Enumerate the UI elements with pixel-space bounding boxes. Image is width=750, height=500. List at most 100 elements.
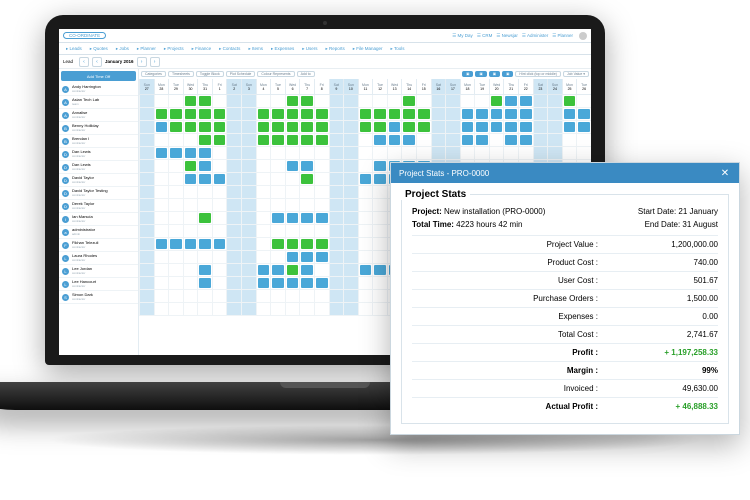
grid-cell[interactable] (314, 160, 329, 172)
filter-categories[interactable]: Categories (141, 71, 166, 77)
grid-cell[interactable] (154, 212, 169, 224)
grid-cell[interactable] (197, 134, 212, 146)
schedule-block[interactable] (505, 135, 517, 145)
grid-cell[interactable] (401, 95, 416, 107)
grid-cell[interactable] (256, 225, 271, 237)
grid-cell[interactable] (270, 95, 285, 107)
schedule-block[interactable] (505, 96, 517, 106)
grid-cell[interactable] (154, 95, 169, 107)
grid-cell[interactable] (139, 134, 154, 146)
user-row[interactable]: AAndy Harringtoncontractor (59, 83, 138, 96)
grid-cell[interactable] (154, 160, 169, 172)
grid-cell[interactable] (329, 264, 344, 276)
grid-cell[interactable] (576, 134, 591, 146)
grid-cell[interactable] (358, 212, 373, 224)
schedule-block[interactable] (199, 122, 211, 132)
grid-cell[interactable] (270, 108, 285, 120)
grid-cell[interactable] (562, 147, 577, 159)
tab-contacts[interactable]: ▸ Contacts (216, 46, 243, 52)
schedule-block[interactable] (287, 161, 299, 171)
grid-cell[interactable] (139, 225, 154, 237)
grid-cell[interactable] (139, 277, 154, 289)
grid-cell[interactable] (474, 121, 489, 133)
grid-cell[interactable] (154, 134, 169, 146)
grid-cell[interactable] (241, 186, 256, 198)
grid-cell[interactable] (285, 147, 300, 159)
grid-cell[interactable] (372, 108, 387, 120)
grid-cell[interactable] (401, 121, 416, 133)
grid-cell[interactable] (226, 95, 241, 107)
schedule-block[interactable] (272, 135, 284, 145)
grid-cell[interactable] (401, 108, 416, 120)
grid-cell[interactable] (401, 147, 416, 159)
dialog-titlebar[interactable]: Project Stats - PRO-0000 ✕ (391, 163, 739, 183)
schedule-block[interactable] (287, 213, 299, 223)
grid-cell[interactable] (343, 173, 358, 185)
grid-cell[interactable] (241, 199, 256, 211)
grid-cell[interactable] (212, 160, 227, 172)
grid-cell[interactable] (270, 199, 285, 211)
grid-cell[interactable] (256, 134, 271, 146)
grid-cell[interactable] (416, 95, 431, 107)
grid-cell[interactable] (343, 186, 358, 198)
grid-cell[interactable] (299, 134, 314, 146)
schedule-block[interactable] (462, 135, 474, 145)
user-row[interactable]: IIan Marsciacontractor (59, 213, 138, 226)
grid-cell[interactable] (285, 238, 300, 250)
schedule-block[interactable] (418, 109, 430, 119)
grid-cell[interactable] (358, 264, 373, 276)
grid-cell[interactable] (212, 173, 227, 185)
schedule-block[interactable] (170, 109, 182, 119)
grid-cell[interactable] (256, 186, 271, 198)
grid-cell[interactable] (329, 277, 344, 289)
grid-cell[interactable] (183, 173, 198, 185)
schedule-block[interactable] (170, 148, 182, 158)
schedule-block[interactable] (185, 122, 197, 132)
grid-cell[interactable] (270, 160, 285, 172)
schedule-block[interactable] (360, 265, 372, 275)
grid-cell[interactable] (299, 160, 314, 172)
user-row[interactable]: DDan Lewiscontractor (59, 148, 138, 161)
sun-icon[interactable]: ▣ (475, 71, 486, 77)
grid-cell[interactable] (299, 290, 314, 302)
grid-cell[interactable] (197, 277, 212, 289)
user-row[interactable]: DDavid Taylorcontractor (59, 174, 138, 187)
grid-cell[interactable] (168, 160, 183, 172)
grid-cell[interactable] (226, 108, 241, 120)
cloud-icon[interactable]: ▣ (462, 71, 473, 77)
grid-cell[interactable] (314, 238, 329, 250)
schedule-block[interactable] (374, 135, 386, 145)
grid-cell[interactable] (183, 160, 198, 172)
grid-cell[interactable] (285, 303, 300, 315)
schedule-block[interactable] (301, 252, 313, 262)
grid-cell[interactable] (183, 199, 198, 211)
grid-cell[interactable] (358, 303, 373, 315)
grid-cell[interactable] (489, 134, 504, 146)
schedule-block[interactable] (316, 278, 328, 288)
grid-cell[interactable] (270, 303, 285, 315)
grid-cell[interactable] (241, 134, 256, 146)
schedule-block[interactable] (360, 122, 372, 132)
grid-cell[interactable] (533, 147, 548, 159)
grid-cell[interactable] (299, 199, 314, 211)
app-logo[interactable]: CO-ORDINATE (63, 32, 106, 39)
schedule-block[interactable] (316, 213, 328, 223)
grid-cell[interactable] (212, 303, 227, 315)
grid-cell[interactable] (314, 134, 329, 146)
grid-cell[interactable] (285, 290, 300, 302)
user-row[interactable]: BBrendan Icontractor (59, 135, 138, 148)
grid-cell[interactable] (314, 108, 329, 120)
grid-cell[interactable] (445, 95, 460, 107)
schedule-block[interactable] (287, 252, 299, 262)
grid-cell[interactable] (212, 238, 227, 250)
schedule-block[interactable] (170, 239, 182, 249)
schedule-block[interactable] (258, 135, 270, 145)
schedule-block[interactable] (301, 96, 313, 106)
schedule-block[interactable] (272, 213, 284, 223)
schedule-block[interactable] (170, 122, 182, 132)
grid-cell[interactable] (212, 290, 227, 302)
grid-cell[interactable] (139, 264, 154, 276)
user-row[interactable]: DDan Lewiscontractor (59, 161, 138, 174)
grid-cell[interactable] (416, 121, 431, 133)
schedule-block[interactable] (199, 239, 211, 249)
